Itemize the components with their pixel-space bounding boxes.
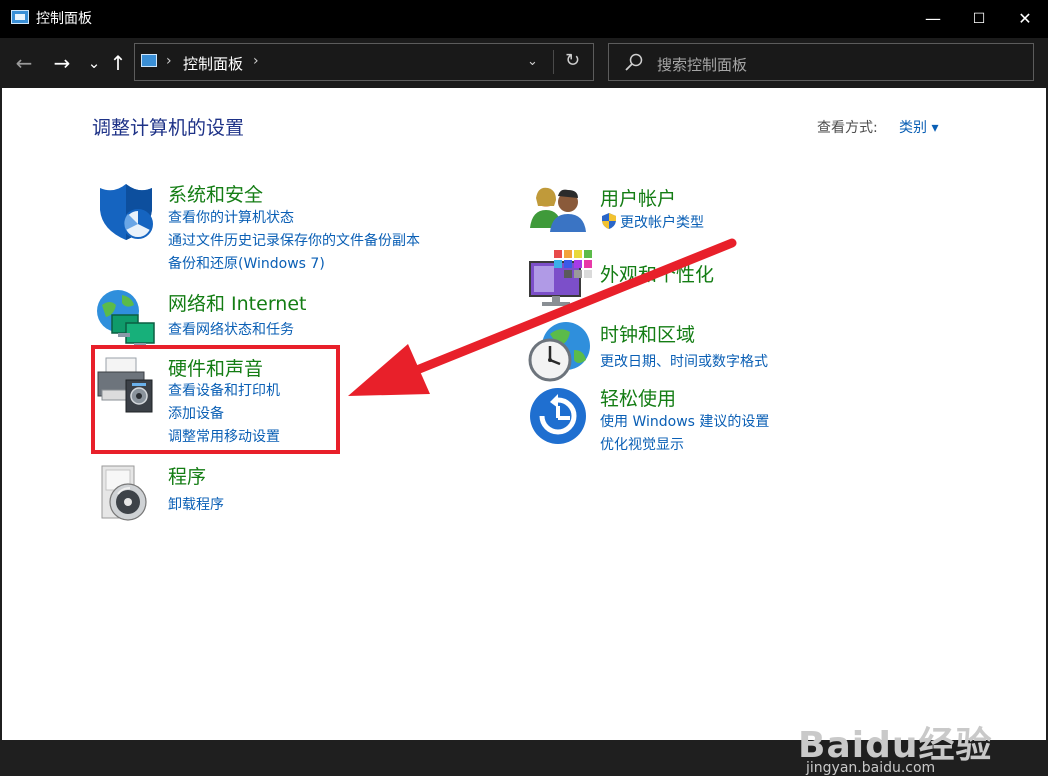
minimize-button[interactable]: —	[910, 0, 956, 38]
recent-locations-button[interactable]: ⌄	[82, 51, 106, 75]
category-link[interactable]: 使用 Windows 建议的设置	[600, 411, 769, 431]
category-link[interactable]: 备份和还原(Windows 7)	[168, 253, 325, 273]
category-link[interactable]: 通过文件历史记录保存你的文件备份副本	[168, 230, 420, 250]
close-button[interactable]: ✕	[1002, 0, 1048, 38]
programs-disc-icon	[101, 465, 147, 521]
category-title[interactable]: 外观和个性化	[600, 260, 714, 287]
category-link[interactable]: 查看网络状态和任务	[168, 319, 294, 339]
forward-button[interactable]: →	[50, 51, 74, 75]
network-globe-icon	[97, 290, 155, 347]
window-title: 控制面板	[36, 11, 92, 27]
category-link[interactable]: 更改帐户类型	[620, 212, 704, 232]
search-icon	[625, 53, 643, 71]
address-bar[interactable]: › 控制面板 › ⌄ ↻	[134, 43, 594, 81]
control-panel-icon	[141, 54, 157, 67]
search-input[interactable]: 搜索控制面板	[657, 54, 747, 75]
category-link[interactable]: 查看设备和打印机	[168, 380, 280, 400]
breadcrumb-control-panel[interactable]: 控制面板	[183, 53, 243, 74]
printer-speaker-icon	[97, 357, 153, 413]
appearance-monitor-icon	[529, 250, 592, 306]
category-title[interactable]: 用户帐户	[600, 184, 676, 211]
search-box[interactable]: 搜索控制面板	[608, 43, 1034, 81]
breadcrumb-separator[interactable]: ›	[253, 53, 259, 69]
uac-shield-icon	[602, 213, 616, 229]
category-title[interactable]: 程序	[168, 462, 206, 489]
refresh-button[interactable]: ↻	[565, 50, 580, 71]
arrow-head	[348, 344, 430, 396]
category-title[interactable]: 系统和安全	[168, 180, 263, 207]
shield-icon	[100, 184, 153, 240]
category-link[interactable]: 更改日期、时间或数字格式	[600, 351, 768, 371]
category-link[interactable]: 查看你的计算机状态	[168, 207, 294, 227]
baidu-watermark: Baidu经验 jingyan.baidu.com	[798, 716, 992, 776]
breadcrumb-separator[interactable]: ›	[166, 53, 172, 69]
view-by-dropdown[interactable]: 类别 ▾	[899, 117, 938, 137]
back-button[interactable]: ←	[12, 51, 36, 75]
view-by-label: 查看方式:	[817, 120, 878, 136]
page-title: 调整计算机的设置	[92, 117, 245, 139]
title-bar: 控制面板 — ☐ ✕	[0, 0, 1048, 38]
watermark-url: jingyan.baidu.com	[806, 760, 936, 776]
category-title[interactable]: 网络和 Internet	[168, 289, 306, 316]
category-link[interactable]: 卸载程序	[168, 494, 224, 514]
maximize-button[interactable]: ☐	[956, 0, 1002, 38]
ease-of-access-icon	[530, 388, 586, 444]
category-title[interactable]: 轻松使用	[600, 384, 676, 411]
navigation-bar: ← → ⌄ ↑ › 控制面板 › ⌄ ↻ 搜索控制面板	[0, 38, 1048, 88]
divider	[553, 50, 554, 74]
category-link[interactable]: 优化视觉显示	[600, 434, 684, 454]
category-link[interactable]: 添加设备	[168, 403, 224, 423]
up-button[interactable]: ↑	[106, 51, 130, 75]
main-content: 调整计算机的设置 查看方式: 类别 ▾ 系统和安全 查看你的计算机状态 通过文件…	[2, 88, 1046, 776]
control-panel-icon	[11, 10, 29, 24]
users-icon	[530, 187, 586, 232]
category-title[interactable]: 时钟和区域	[600, 320, 695, 347]
category-title[interactable]: 硬件和声音	[168, 354, 263, 381]
clock-globe-icon	[528, 322, 590, 382]
category-link[interactable]: 调整常用移动设置	[168, 426, 280, 446]
address-dropdown-button[interactable]: ⌄	[527, 54, 538, 69]
